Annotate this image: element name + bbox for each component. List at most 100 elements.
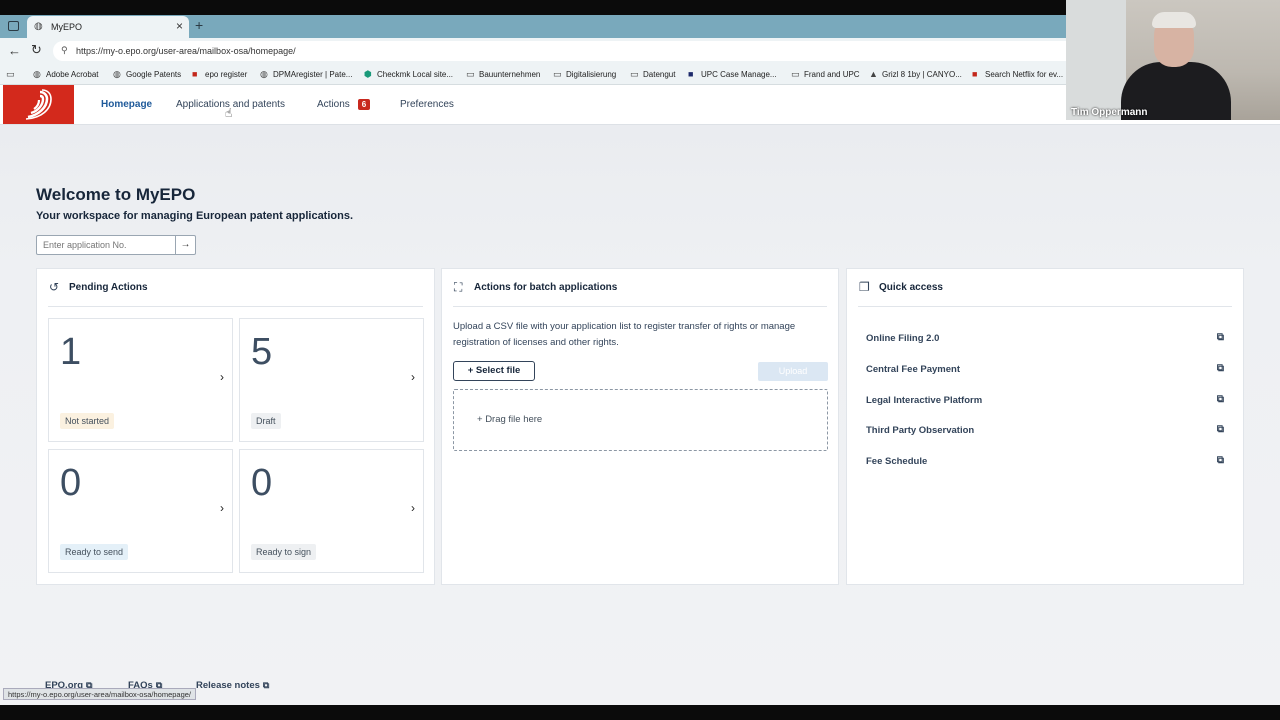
site-info-icon[interactable]: ⚲	[61, 45, 68, 56]
nav-actions[interactable]: Actions 6	[317, 99, 371, 110]
bookmark-item[interactable]: ◍ Adobe Acrobat	[33, 69, 98, 80]
upload-button[interactable]: Upload	[758, 362, 828, 381]
quick-link-third-party-observation[interactable]: Third Party Observation ⧉	[866, 424, 1224, 436]
actions-count-badge: 6	[357, 99, 371, 110]
bookmark-item[interactable]: ◍ DPMAregister | Pate...	[260, 69, 352, 80]
canyon-icon: ▲	[869, 69, 878, 79]
quick-link-online-filing[interactable]: Online Filing 2.0 ⧉	[866, 332, 1224, 344]
chevron-right-icon: ›	[220, 370, 224, 384]
tile-count: 5	[251, 331, 273, 373]
bookmark-folder[interactable]: ▭ Datengut	[630, 69, 675, 80]
folder-icon: ▭	[791, 69, 800, 79]
batch-description: Upload a CSV file with your application …	[453, 321, 796, 348]
external-link-icon: ⧉	[1216, 455, 1224, 466]
webcam-person-hair	[1152, 12, 1196, 28]
application-search: →	[36, 235, 196, 255]
status-badge: Not started	[60, 413, 115, 429]
bookmark-item[interactable]: ⬢ Checkmk Local site...	[364, 69, 453, 80]
pending-tile-ready-to-send[interactable]: 0 › Ready to send	[48, 449, 233, 573]
chevron-right-icon: ›	[220, 501, 224, 515]
folder-icon: ▭	[553, 69, 562, 79]
application-number-input[interactable]	[37, 236, 176, 254]
webcam-name-label: Tim Oppermann	[1071, 107, 1148, 118]
library-icon: ❐	[859, 280, 870, 294]
folder-icon: ▭	[630, 69, 639, 79]
scan-icon: ⛶	[454, 280, 463, 294]
file-dropzone[interactable]: + Drag file here	[453, 389, 828, 451]
address-bar[interactable]: ⚲ https://my-o.epo.org/user-area/mailbox…	[53, 41, 1080, 61]
card-title: Pending Actions	[69, 282, 148, 293]
bookmark-item[interactable]: ▲ Grizl 8 1by | CANYO...	[869, 69, 962, 79]
bookmark-folder[interactable]: ▭ Digitalisierung	[553, 69, 616, 80]
page-subtitle: Your workspace for managing European pat…	[36, 210, 354, 222]
divider	[453, 306, 827, 307]
status-badge: Draft	[251, 413, 281, 429]
tile-count: 1	[60, 331, 82, 373]
pending-actions-card: ↺ Pending Actions 1 › Not started 5 › Dr…	[36, 268, 435, 585]
bookmarks-icon[interactable]: ▭	[6, 69, 19, 80]
plus-icon: +	[477, 414, 486, 425]
nav-preferences[interactable]: Preferences	[400, 99, 454, 110]
status-badge: Ready to send	[60, 544, 129, 560]
netflix-icon: ■	[972, 69, 978, 79]
bookmark-item[interactable]: ■ UPC Case Manage...	[688, 69, 777, 79]
chevron-right-icon: ›	[411, 370, 415, 384]
chevron-right-icon: ›	[411, 501, 415, 515]
bottom-black-bar	[0, 705, 1280, 720]
reload-icon[interactable]: ↻	[31, 42, 42, 58]
external-link-icon: ⧉	[1216, 424, 1224, 435]
pending-tile-not-started[interactable]: 1 › Not started	[48, 318, 233, 442]
webcam-overlay: Tim Oppermann	[1066, 0, 1280, 120]
external-link-icon: ⧉	[1216, 363, 1224, 374]
tile-count: 0	[251, 462, 273, 504]
status-badge: Ready to sign	[251, 544, 317, 560]
webcam-background	[1066, 0, 1126, 120]
epo-logo[interactable]	[3, 85, 74, 124]
bookmark-folder[interactable]: ▭ Bauunternehmen	[466, 69, 540, 80]
card-title: Quick access	[879, 282, 943, 293]
external-link-icon: ⧉	[262, 680, 270, 690]
nav-actions-label: Actions	[317, 99, 350, 110]
quick-access-card: ❐ Quick access Online Filing 2.0 ⧉ Centra…	[846, 268, 1244, 585]
bookmark-folder[interactable]: ▭ Frand and UPC	[791, 69, 860, 80]
globe-icon: ◍	[33, 69, 41, 79]
bookmark-item[interactable]: ■ Search Netflix for ev...	[972, 69, 1063, 79]
divider	[858, 306, 1232, 307]
pending-tile-ready-to-sign[interactable]: 0 › Ready to sign	[239, 449, 424, 573]
epo-spiral-icon	[25, 89, 52, 120]
divider	[48, 306, 423, 307]
external-link-icon: ⧉	[1216, 332, 1224, 343]
back-arrow-icon[interactable]: ←	[8, 43, 21, 58]
footer-link-release-notes[interactable]: Release notes ⧉	[196, 680, 269, 691]
new-tab-button[interactable]: +	[195, 17, 203, 33]
globe-icon: ◍	[260, 69, 268, 79]
batch-applications-card: ⛶ Actions for batch applications Upload …	[441, 268, 839, 585]
external-link-icon: ⧉	[1216, 394, 1224, 405]
hand-cursor-icon: ☝	[225, 106, 233, 120]
epo-icon: ■	[192, 69, 198, 79]
bookmark-item[interactable]: ◍ Google Patents	[113, 69, 181, 80]
card-title: Actions for batch applications	[474, 282, 618, 293]
folder-icon: ▭	[466, 69, 475, 79]
search-submit-arrow-icon[interactable]: →	[175, 236, 195, 254]
pending-tile-draft[interactable]: 5 › Draft	[239, 318, 424, 442]
bookmark-item[interactable]: ■ epo register	[192, 69, 247, 79]
select-file-button[interactable]: + Select file	[453, 361, 535, 381]
quick-link-central-fee-payment[interactable]: Central Fee Payment ⧉	[866, 363, 1224, 375]
globe-icon: ◍	[113, 69, 121, 79]
link-status-bar: https://my-o.epo.org/user-area/mailbox-o…	[3, 688, 197, 700]
quick-link-fee-schedule[interactable]: Fee Schedule ⧉	[866, 455, 1224, 467]
tab-myepo[interactable]: ◍ MyEPO ×	[27, 16, 189, 38]
globe-icon: ◍	[34, 21, 43, 32]
nav-homepage[interactable]: Homepage	[101, 99, 152, 110]
tab-actions-icon[interactable]	[8, 21, 19, 31]
dropzone-label: + Drag file here	[477, 414, 543, 425]
page-content: Homepage Applications and patents Action…	[0, 85, 1280, 705]
tab-title: MyEPO	[51, 22, 83, 32]
history-icon: ↺	[49, 280, 60, 294]
tile-count: 0	[60, 462, 82, 504]
quick-link-legal-interactive-platform[interactable]: Legal Interactive Platform ⧉	[866, 394, 1224, 406]
checkmk-icon: ⬢	[364, 69, 372, 79]
close-icon[interactable]: ×	[176, 20, 183, 32]
page-title: Welcome to MyEPO	[36, 185, 196, 204]
